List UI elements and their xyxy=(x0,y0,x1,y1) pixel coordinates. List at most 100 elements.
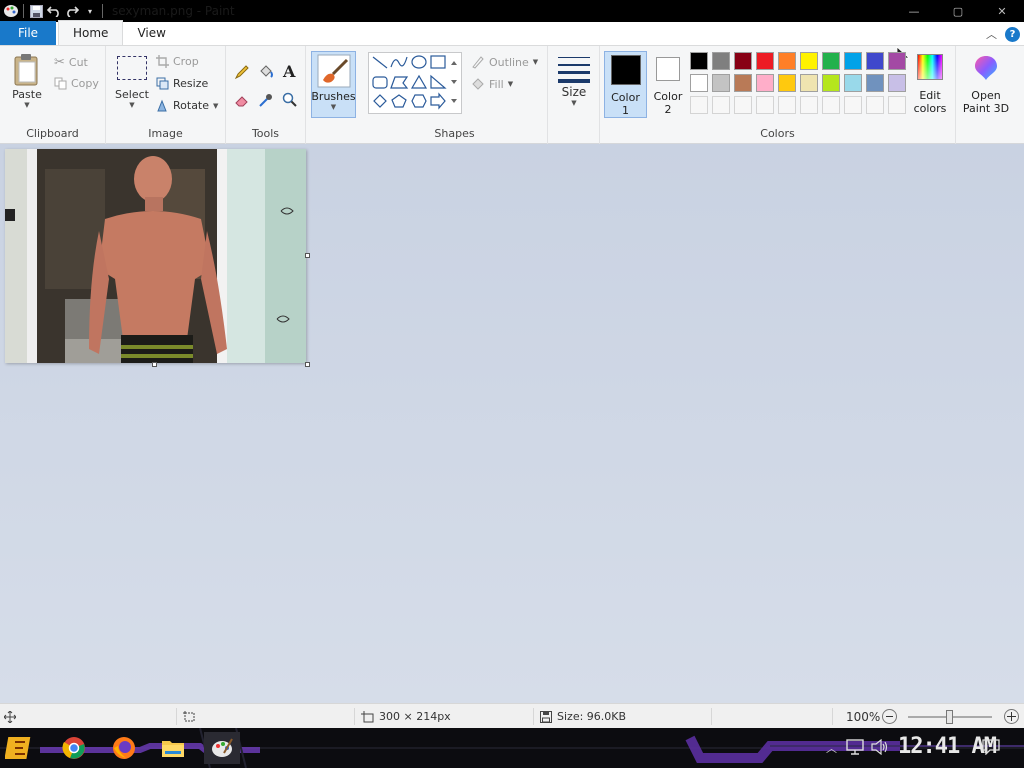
fill-dropdown-icon[interactable]: ▼ xyxy=(508,80,513,88)
size-button[interactable]: Size ▼ xyxy=(554,54,594,107)
palette-color-swatch[interactable] xyxy=(734,52,752,70)
line-shape-icon[interactable] xyxy=(372,56,388,69)
custom-color-slot[interactable] xyxy=(888,96,906,114)
color-picker-icon[interactable] xyxy=(258,92,274,111)
custom-color-slot[interactable] xyxy=(844,96,862,114)
file-explorer-taskbar-icon[interactable] xyxy=(157,732,189,764)
gallery-more-icon[interactable] xyxy=(451,99,457,103)
fill-button[interactable]: Fill ▼ xyxy=(471,77,513,91)
crop-button[interactable]: Crop xyxy=(156,55,199,68)
volume-icon[interactable] xyxy=(871,738,889,758)
copy-button[interactable]: Copy xyxy=(54,77,99,90)
tab-view[interactable]: View xyxy=(123,21,179,45)
color2-button[interactable]: Color 2 xyxy=(648,51,688,118)
palette-color-swatch[interactable] xyxy=(844,52,862,70)
palette-color-swatch[interactable] xyxy=(756,52,774,70)
palette-color-swatch[interactable] xyxy=(690,52,708,70)
paste-dropdown-icon[interactable]: ▼ xyxy=(24,101,29,109)
rotate-dropdown-icon[interactable]: ▼ xyxy=(213,102,218,110)
eraser-icon[interactable] xyxy=(234,92,250,111)
palette-color-swatch[interactable] xyxy=(778,52,796,70)
firefox-taskbar-icon[interactable] xyxy=(108,732,140,764)
action-center-icon[interactable] xyxy=(982,739,1000,758)
brushes-button[interactable]: Brushes ▼ xyxy=(311,51,356,118)
resize-button[interactable]: Resize xyxy=(156,77,208,90)
paint-taskbar-icon[interactable] xyxy=(204,732,240,764)
zoom-out-button[interactable] xyxy=(882,709,897,724)
show-hidden-icons[interactable]: ︿ xyxy=(826,740,837,756)
palette-color-swatch[interactable] xyxy=(866,52,884,70)
save-icon[interactable] xyxy=(27,2,45,20)
zoom-level[interactable]: 100% xyxy=(846,710,880,724)
palette-color-swatch[interactable] xyxy=(756,74,774,92)
open-paint3d-button[interactable]: Open Paint 3D xyxy=(960,52,1012,118)
edit-colors-button[interactable]: Edit colors xyxy=(910,52,950,118)
palette-color-swatch[interactable] xyxy=(712,52,730,70)
custom-color-slot[interactable] xyxy=(734,96,752,114)
palette-color-swatch[interactable] xyxy=(778,74,796,92)
zoom-slider-thumb[interactable] xyxy=(946,710,953,724)
rotate-button[interactable]: Rotate ▼ xyxy=(156,99,218,112)
customize-qat-icon[interactable]: ▾ xyxy=(81,2,99,20)
outline-dropdown-icon[interactable]: ▼ xyxy=(533,58,538,66)
paste-button[interactable]: Paste ▼ xyxy=(8,52,46,109)
magnifier-icon[interactable] xyxy=(282,92,298,111)
resize-handle-right[interactable] xyxy=(305,253,310,258)
rounded-rectangle-shape-icon[interactable] xyxy=(372,76,388,89)
size-dropdown-icon[interactable]: ▼ xyxy=(571,99,576,107)
select-dropdown-icon[interactable]: ▼ xyxy=(129,101,134,109)
gallery-down-icon[interactable] xyxy=(451,80,457,84)
palette-color-swatch[interactable] xyxy=(690,74,708,92)
custom-color-slot[interactable] xyxy=(756,96,774,114)
fill-bucket-icon[interactable] xyxy=(258,64,274,83)
custom-color-slot[interactable] xyxy=(778,96,796,114)
pentagon-shape-icon[interactable] xyxy=(391,94,407,108)
triangle-shape-icon[interactable] xyxy=(410,74,428,89)
undo-icon[interactable] xyxy=(45,2,63,20)
palette-color-swatch[interactable] xyxy=(734,74,752,92)
minimize-button[interactable]: — xyxy=(892,0,936,22)
polygon-shape-icon[interactable] xyxy=(390,76,409,89)
custom-color-slot[interactable] xyxy=(866,96,884,114)
chrome-taskbar-icon[interactable] xyxy=(58,732,90,764)
custom-color-slot[interactable] xyxy=(712,96,730,114)
help-icon[interactable]: ? xyxy=(1005,26,1020,42)
palette-color-swatch[interactable] xyxy=(822,74,840,92)
custom-color-slot[interactable] xyxy=(690,96,708,114)
canvas-image[interactable] xyxy=(5,149,306,363)
start-button[interactable] xyxy=(4,732,36,764)
tab-home[interactable]: Home xyxy=(58,20,124,45)
paint-app-icon[interactable] xyxy=(2,2,20,20)
outline-button[interactable]: Outline ▼ xyxy=(471,55,538,69)
palette-color-swatch[interactable] xyxy=(888,52,906,70)
hexagon-shape-icon[interactable] xyxy=(411,94,427,108)
gallery-up-icon[interactable] xyxy=(451,61,457,65)
color1-button[interactable]: Color 1 xyxy=(604,51,647,118)
pencil-icon[interactable] xyxy=(234,64,250,83)
palette-color-swatch[interactable] xyxy=(866,74,884,92)
select-button[interactable]: Select ▼ xyxy=(112,56,152,109)
minimize-ribbon-icon[interactable]: ︿ xyxy=(986,26,997,42)
oval-shape-icon[interactable] xyxy=(411,55,427,69)
cut-button[interactable]: ✂ Cut xyxy=(54,55,88,70)
brushes-dropdown-icon[interactable]: ▼ xyxy=(331,103,336,111)
network-icon[interactable] xyxy=(846,739,864,758)
close-button[interactable]: ✕ xyxy=(980,0,1024,22)
zoom-in-button[interactable] xyxy=(1004,709,1019,724)
canvas-area[interactable] xyxy=(0,144,1024,703)
text-tool-icon[interactable]: A xyxy=(283,62,295,81)
arrow-shape-icon[interactable] xyxy=(430,92,446,110)
rectangle-shape-icon[interactable] xyxy=(430,55,446,69)
palette-color-swatch[interactable] xyxy=(844,74,862,92)
palette-color-swatch[interactable] xyxy=(822,52,840,70)
diamond-shape-icon[interactable] xyxy=(373,94,387,108)
curve-shape-icon[interactable] xyxy=(390,56,408,68)
palette-color-swatch[interactable] xyxy=(800,74,818,92)
custom-color-slot[interactable] xyxy=(800,96,818,114)
resize-handle-bottom[interactable] xyxy=(152,362,157,367)
custom-color-slot[interactable] xyxy=(822,96,840,114)
tab-file[interactable]: File xyxy=(0,21,56,45)
redo-icon[interactable] xyxy=(63,2,81,20)
maximize-button[interactable]: ▢ xyxy=(936,0,980,22)
resize-handle-corner[interactable] xyxy=(305,362,310,367)
